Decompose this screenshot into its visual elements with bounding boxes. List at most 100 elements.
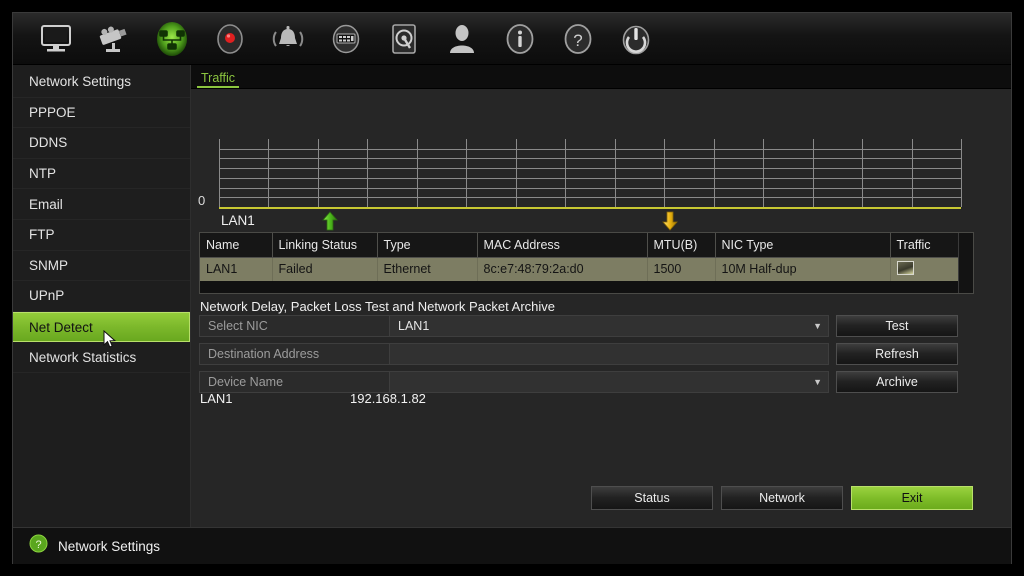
network-icon[interactable] bbox=[143, 16, 201, 62]
table-header-row: Name Linking Status Type MAC Address MTU… bbox=[200, 233, 958, 258]
cell-traffic[interactable] bbox=[890, 257, 958, 281]
sidebar-item-label: Network Statistics bbox=[29, 349, 137, 365]
sidebar-item-snmp[interactable]: SNMP bbox=[13, 251, 190, 282]
test-button[interactable]: Test bbox=[836, 315, 958, 337]
col-nic-type: NIC Type bbox=[715, 233, 891, 258]
sidebar-item-upnp[interactable]: UPnP bbox=[13, 281, 190, 312]
grid-line-horizontal bbox=[219, 197, 961, 198]
help-icon[interactable]: ? bbox=[549, 16, 607, 62]
device-name-dropdown[interactable]: ▼ bbox=[390, 372, 828, 392]
nic-table: Name Linking Status Type MAC Address MTU… bbox=[200, 233, 958, 281]
device-name-label: Device Name bbox=[200, 372, 390, 392]
content-area: Network Settings PPPOE DDNS NTP Email FT… bbox=[13, 65, 1011, 527]
field-select-nic-row: Select NIC LAN1 ▼ bbox=[199, 315, 829, 337]
user-icon[interactable] bbox=[433, 16, 491, 62]
chevron-down-icon: ▼ bbox=[813, 320, 822, 331]
table-row[interactable]: LAN1 Failed Ethernet 8c:e7:48:79:2a:d0 1… bbox=[200, 257, 958, 281]
sidebar-item-label: Network Settings bbox=[29, 74, 132, 90]
device-panel-icon[interactable] bbox=[317, 16, 375, 62]
net-detect-form: Select NIC LAN1 ▼ Destination Address De… bbox=[199, 315, 829, 399]
sidebar-item-ddns[interactable]: DDNS bbox=[13, 128, 190, 159]
archive-button[interactable]: Archive bbox=[836, 371, 958, 393]
sidebar: Network Settings PPPOE DDNS NTP Email FT… bbox=[13, 65, 191, 527]
grid-line-horizontal bbox=[219, 178, 961, 179]
sidebar-item-label: UPnP bbox=[29, 288, 65, 304]
col-linking-status: Linking Status bbox=[272, 233, 378, 258]
status-bar: ? Network Settings bbox=[13, 527, 1011, 564]
footer-buttons: Status Network Exit bbox=[591, 486, 973, 510]
nic-ip-name: LAN1 bbox=[200, 391, 233, 406]
info-icon[interactable] bbox=[491, 16, 549, 62]
sidebar-item-network-settings[interactable]: Network Settings bbox=[13, 67, 190, 98]
cell-type: Ethernet bbox=[377, 257, 478, 281]
main-window: ? Network Settings PPPOE DDNS NTP Email … bbox=[12, 12, 1012, 564]
svg-text:?: ? bbox=[573, 31, 582, 50]
col-mtu: MTU(B) bbox=[647, 233, 716, 258]
cell-mac-address: 8c:e7:48:79:2a:d0 bbox=[477, 257, 648, 281]
chart-baseline bbox=[219, 207, 961, 209]
chart-thumbnail-icon[interactable] bbox=[896, 260, 914, 275]
grid-line-horizontal bbox=[219, 158, 961, 159]
power-icon[interactable] bbox=[607, 16, 665, 62]
main-panel: Traffic 0 LAN1 Name Linking Status Type … bbox=[191, 65, 1011, 527]
status-button[interactable]: Status bbox=[591, 486, 713, 510]
grid-line-horizontal bbox=[219, 149, 961, 150]
mouse-cursor bbox=[103, 329, 117, 355]
exit-button[interactable]: Exit bbox=[851, 486, 973, 510]
nic-table-container: Name Linking Status Type MAC Address MTU… bbox=[199, 232, 974, 294]
help-circle-icon: ? bbox=[29, 534, 48, 558]
field-device-name-row: Device Name ▼ bbox=[199, 371, 829, 393]
grid-line-horizontal bbox=[219, 168, 961, 169]
form-section-title: Network Delay, Packet Loss Test and Netw… bbox=[200, 299, 556, 314]
sidebar-item-label: PPPOE bbox=[29, 104, 76, 120]
chart-grid bbox=[219, 139, 962, 208]
nic-ip-row: LAN1 192.168.1.82 bbox=[200, 391, 830, 406]
status-bar-text: Network Settings bbox=[58, 538, 161, 554]
action-buttons: Test Refresh Archive bbox=[836, 315, 958, 393]
monitor-icon[interactable] bbox=[27, 16, 85, 62]
field-destination-address-row: Destination Address bbox=[199, 343, 829, 365]
sidebar-item-ftp[interactable]: FTP bbox=[13, 220, 190, 251]
select-nic-value: LAN1 bbox=[398, 319, 430, 333]
nic-ip-address: 192.168.1.82 bbox=[350, 391, 426, 406]
destination-address-label: Destination Address bbox=[200, 344, 390, 364]
cell-mtu: 1500 bbox=[647, 257, 716, 281]
sidebar-item-pppoe[interactable]: PPPOE bbox=[13, 98, 190, 129]
sidebar-item-ntp[interactable]: NTP bbox=[13, 159, 190, 190]
sidebar-item-label: FTP bbox=[29, 227, 55, 243]
camera-icon[interactable] bbox=[85, 16, 143, 62]
cell-name: LAN1 bbox=[200, 257, 273, 281]
destination-address-input[interactable] bbox=[390, 344, 828, 364]
select-nic-dropdown[interactable]: LAN1 ▼ bbox=[390, 316, 828, 336]
sidebar-item-email[interactable]: Email bbox=[13, 189, 190, 220]
sidebar-item-net-detect[interactable]: Net Detect bbox=[13, 311, 190, 343]
cell-nic-type: 10M Half-dup bbox=[715, 257, 891, 281]
sidebar-item-label: DDNS bbox=[29, 135, 68, 151]
col-name: Name bbox=[200, 233, 273, 258]
record-icon[interactable] bbox=[201, 16, 259, 62]
chart-y-tick-0: 0 bbox=[198, 193, 206, 208]
tab-traffic[interactable]: Traffic bbox=[197, 71, 240, 88]
chart-axis-label: LAN1 bbox=[221, 213, 255, 228]
network-button[interactable]: Network bbox=[721, 486, 843, 510]
table-scrollbar[interactable] bbox=[958, 233, 973, 293]
col-type: Type bbox=[377, 233, 478, 258]
hdd-icon[interactable] bbox=[375, 16, 433, 62]
grid-line-horizontal bbox=[219, 188, 961, 189]
alarm-bell-icon[interactable] bbox=[259, 16, 317, 62]
col-mac-address: MAC Address bbox=[477, 233, 648, 258]
refresh-button[interactable]: Refresh bbox=[836, 343, 958, 365]
tab-strip: Traffic bbox=[191, 65, 1011, 89]
top-toolbar: ? bbox=[13, 13, 1011, 65]
sidebar-item-label: NTP bbox=[29, 166, 56, 182]
sidebar-item-label: Net Detect bbox=[29, 319, 93, 335]
traffic-chart: 0 LAN1 bbox=[191, 89, 1011, 237]
grid-line-vertical bbox=[961, 139, 962, 207]
select-nic-label: Select NIC bbox=[200, 316, 390, 336]
sidebar-item-label: SNMP bbox=[29, 257, 69, 273]
sidebar-item-network-statistics[interactable]: Network Statistics bbox=[13, 342, 190, 373]
svg-text:?: ? bbox=[35, 539, 41, 551]
app-root: ? Network Settings PPPOE DDNS NTP Email … bbox=[0, 0, 1024, 576]
sidebar-item-label: Email bbox=[29, 196, 63, 212]
chevron-down-icon: ▼ bbox=[813, 376, 822, 387]
